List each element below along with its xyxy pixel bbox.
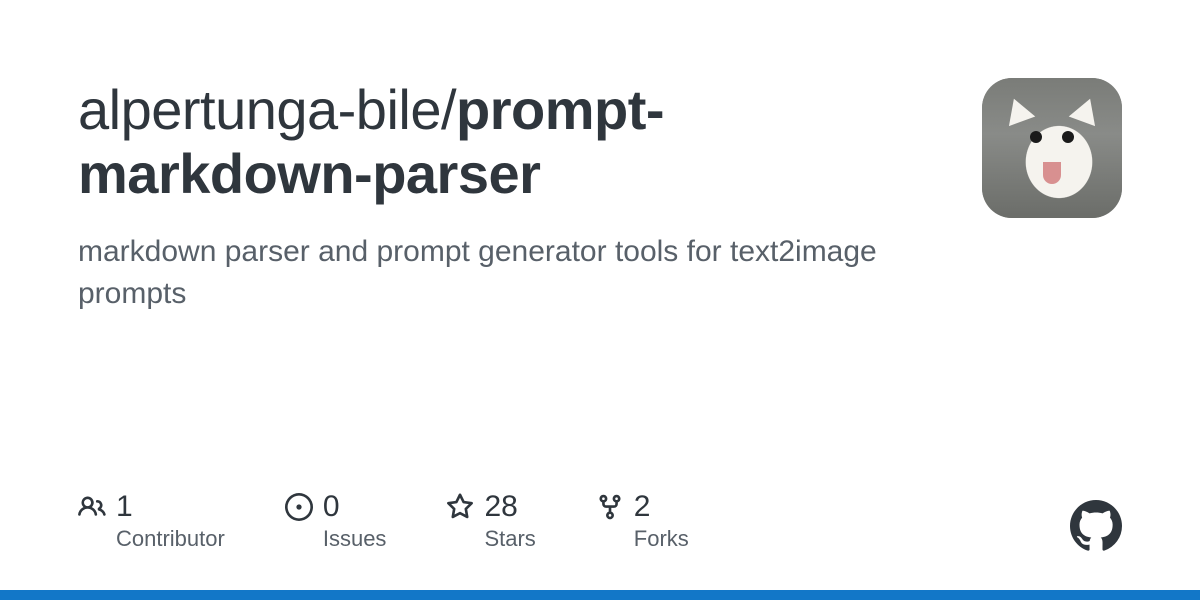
people-icon (78, 493, 106, 521)
stat-stars[interactable]: 28 Stars (446, 490, 535, 552)
stat-forks-value: 2 (634, 490, 651, 524)
stat-issues-value: 0 (323, 490, 340, 524)
repo-title: alpertunga-bile/prompt-markdown-parser (78, 78, 942, 207)
stats-list: 1 Contributor 0 Issues 28 (78, 490, 689, 552)
fork-icon (596, 493, 624, 521)
stat-contributors-label: Contributor (116, 526, 225, 552)
stat-stars-label: Stars (484, 526, 535, 552)
repo-description: markdown parser and prompt generator too… (78, 231, 942, 315)
repo-header: alpertunga-bile/prompt-markdown-parser m… (78, 78, 1122, 315)
avatar[interactable] (982, 78, 1122, 218)
stat-issues-label: Issues (323, 526, 387, 552)
issue-icon (285, 493, 313, 521)
stat-issues[interactable]: 0 Issues (285, 490, 387, 552)
title-block: alpertunga-bile/prompt-markdown-parser m… (78, 78, 942, 315)
stat-forks[interactable]: 2 Forks (596, 490, 689, 552)
accent-bar (0, 590, 1200, 600)
star-icon (446, 493, 474, 521)
repo-owner[interactable]: alpertunga-bile (78, 78, 441, 141)
stat-stars-value: 28 (484, 490, 517, 524)
stat-contributors-value: 1 (116, 490, 133, 524)
stat-contributors[interactable]: 1 Contributor (78, 490, 225, 552)
github-logo-icon[interactable] (1070, 500, 1122, 552)
stats-row: 1 Contributor 0 Issues 28 (78, 490, 1122, 552)
repo-separator: / (441, 78, 456, 141)
stat-forks-label: Forks (634, 526, 689, 552)
